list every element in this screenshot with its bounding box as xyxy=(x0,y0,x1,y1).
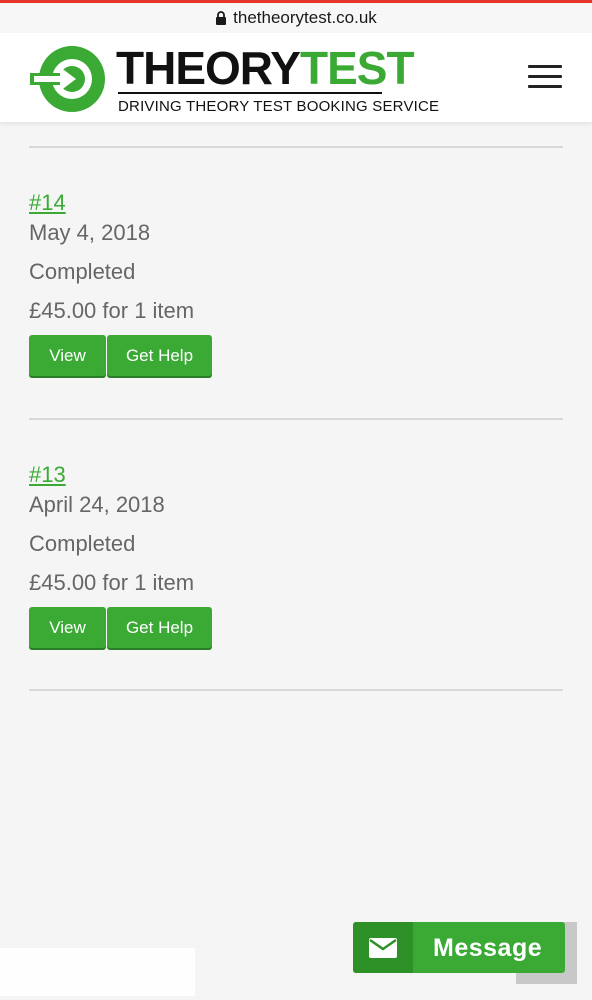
get-help-button[interactable]: Get Help xyxy=(107,607,212,648)
logo-title-test: TEST xyxy=(299,42,415,94)
logo-subtitle: DRIVING THEORY TEST BOOKING SERVICE xyxy=(118,98,440,115)
redaction-patch xyxy=(0,948,195,996)
logo-underline xyxy=(118,92,382,94)
get-help-button[interactable]: Get Help xyxy=(107,335,212,376)
hamburger-menu-icon[interactable] xyxy=(528,63,562,91)
order-status: Completed xyxy=(29,531,136,556)
lock-icon xyxy=(216,11,227,25)
order-date: May 4, 2018 xyxy=(29,220,151,245)
arrow-circle-icon xyxy=(30,46,105,112)
view-button[interactable]: View xyxy=(29,335,106,376)
order-total: £45.00 for 1 item xyxy=(29,570,195,595)
divider xyxy=(29,418,563,420)
envelope-icon xyxy=(353,922,413,973)
logo-title: THEORYTEST xyxy=(116,42,415,94)
order-number-link[interactable]: #13 xyxy=(29,462,66,488)
order-total: £45.00 for 1 item xyxy=(29,298,195,323)
url-text: thetheorytest.co.uk xyxy=(233,8,377,27)
divider xyxy=(29,689,563,691)
order-status: Completed xyxy=(29,259,136,284)
site-logo[interactable]: THEORYTEST DRIVING THEORY TEST BOOKING S… xyxy=(30,41,439,121)
divider xyxy=(29,146,563,148)
address-bar[interactable]: thetheorytest.co.uk xyxy=(0,3,592,33)
order-number-link[interactable]: #14 xyxy=(29,190,66,216)
site-header: THEORYTEST DRIVING THEORY TEST BOOKING S… xyxy=(0,33,592,122)
view-button[interactable]: View xyxy=(29,607,106,648)
order-date: April 24, 2018 xyxy=(29,492,165,517)
logo-title-theory: THEORY xyxy=(116,42,301,94)
message-button[interactable]: Message xyxy=(353,922,565,973)
message-label: Message xyxy=(433,934,543,962)
